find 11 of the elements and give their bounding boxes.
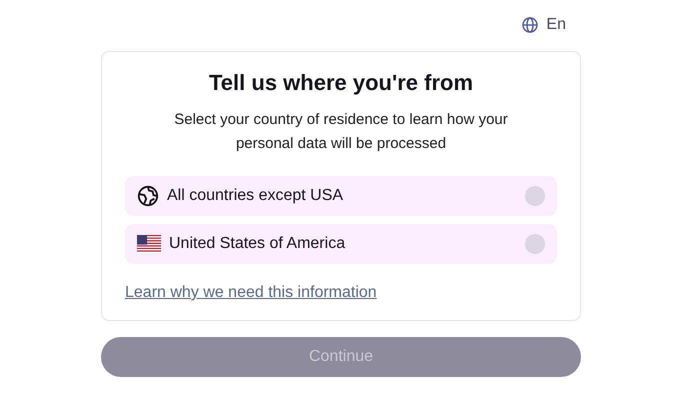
globe-icon (137, 185, 159, 207)
flag-icon (137, 235, 161, 253)
country-option[interactable]: All countries except USA (125, 176, 557, 216)
info-link[interactable]: Learn why we need this information (125, 284, 377, 302)
card-title: Tell us where you're from (208, 70, 474, 96)
language-selector[interactable]: En (522, 15, 566, 35)
globe-icon (522, 17, 538, 33)
radio-button[interactable] (525, 234, 545, 254)
radio-button[interactable] (525, 186, 545, 206)
country-option[interactable]: United States of America (125, 224, 557, 264)
card-subtitle: Select your country of residence to learn how your personal data will be processed (173, 110, 509, 154)
